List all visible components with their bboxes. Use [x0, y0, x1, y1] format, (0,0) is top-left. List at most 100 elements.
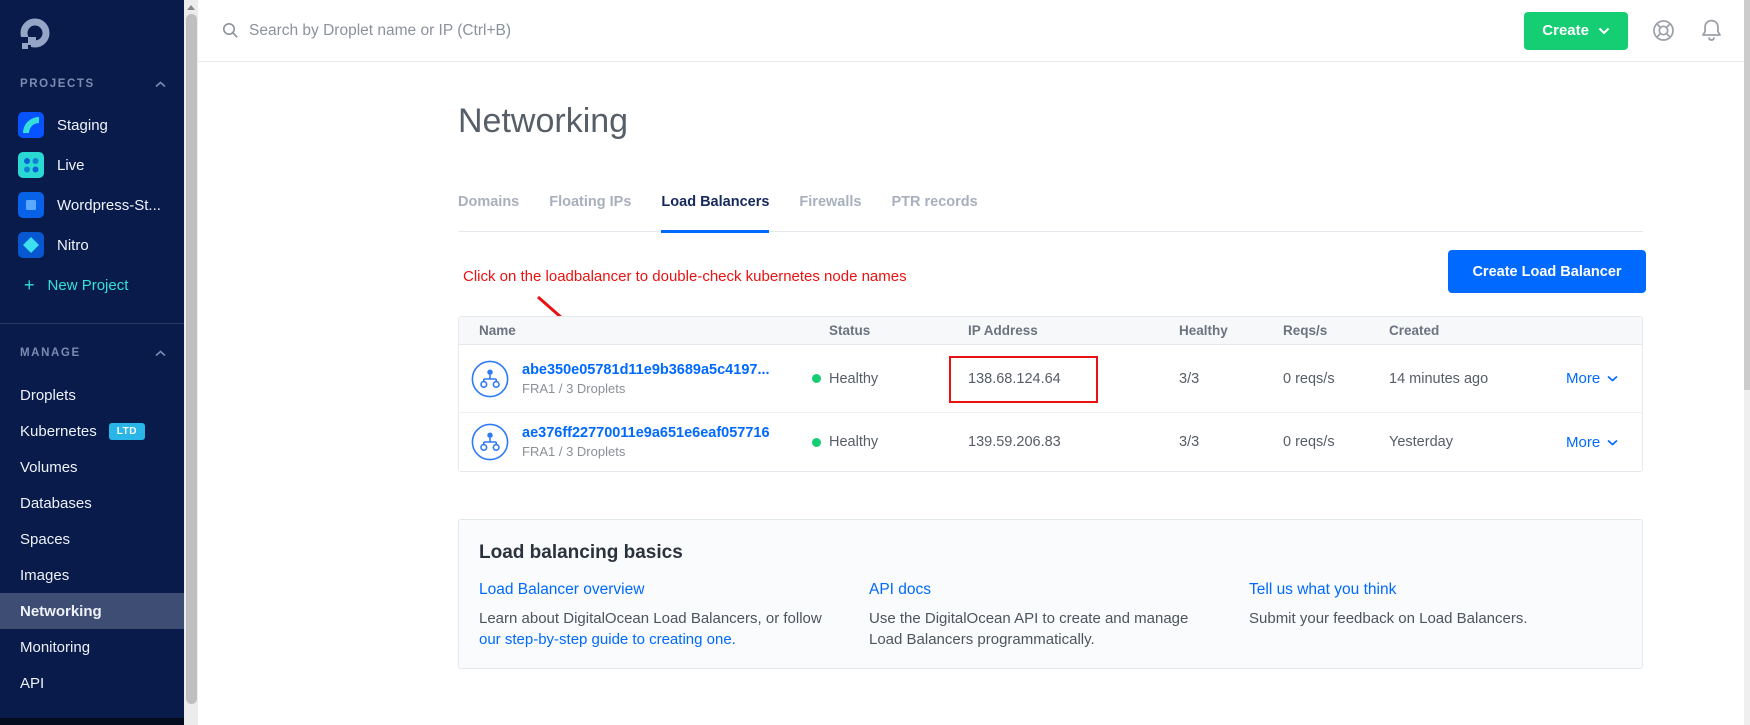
tab-bar: Domains Floating IPs Load Balancers Fire…: [458, 194, 1643, 232]
digitalocean-logo-icon[interactable]: [0, 0, 184, 54]
basics-column-feedback: Tell us what you think Submit your feedb…: [1249, 581, 1622, 650]
sidebar-item-spaces[interactable]: Spaces: [0, 521, 184, 557]
basics-title: Load balancing basics: [479, 542, 1622, 564]
create-button-label: Create: [1542, 22, 1589, 39]
sidebar-item-label: Monitoring: [20, 639, 90, 656]
project-staging-icon: [18, 112, 44, 138]
search-icon: [222, 22, 239, 39]
created-value: Yesterday: [1389, 434, 1566, 450]
api-docs-link[interactable]: API docs: [869, 581, 1249, 599]
sidebar-item-databases[interactable]: Databases: [0, 485, 184, 521]
reqs-value: 0 reqs/s: [1283, 434, 1389, 450]
column-header-created: Created: [1389, 323, 1566, 338]
load-balancer-icon: [471, 360, 509, 398]
sidebar-item-label: Nitro: [57, 237, 89, 254]
sidebar-item-images[interactable]: Images: [0, 557, 184, 593]
load-balancer-region: FRA1 / 3 Droplets: [522, 381, 770, 396]
feedback-link[interactable]: Tell us what you think: [1249, 581, 1622, 599]
column-header-name: Name: [459, 323, 812, 338]
load-balancing-basics-panel: Load balancing basics Load Balancer over…: [458, 519, 1643, 669]
manage-header-label: MANAGE: [20, 347, 81, 359]
tab-floating-ips[interactable]: Floating IPs: [549, 194, 631, 231]
sidebar-item-label: Kubernetes: [20, 423, 97, 440]
project-wordpress-icon: [18, 192, 44, 218]
sidebar-scrollbar[interactable]: [184, 0, 198, 725]
load-balancer-icon: [471, 423, 509, 461]
chevron-up-icon: [155, 81, 166, 88]
new-project-button[interactable]: + New Project: [0, 265, 184, 305]
sidebar-item-live[interactable]: Live: [0, 145, 184, 185]
sidebar-item-label: Live: [57, 157, 85, 174]
tab-ptr-records[interactable]: PTR records: [891, 194, 977, 231]
sidebar-item-label: Spaces: [20, 531, 70, 548]
load-balancer-region: FRA1 / 3 Droplets: [522, 444, 770, 459]
load-balancer-name-link[interactable]: abe350e05781d11e9b3689a5c4197...: [522, 362, 770, 378]
more-menu-button[interactable]: More: [1566, 370, 1642, 387]
ip-address-value: 138.68.124.64: [968, 371, 1179, 387]
new-project-label: New Project: [48, 277, 129, 294]
manage-section-header[interactable]: MANAGE: [0, 344, 184, 362]
projects-list: Staging Live Wordpress-St... Nitro + New…: [0, 105, 184, 305]
notifications-bell-icon[interactable]: [1699, 17, 1724, 44]
sidebar-item-api[interactable]: API: [0, 665, 184, 701]
load-balancer-overview-link[interactable]: Load Balancer overview: [479, 581, 869, 599]
sidebar-bottom-strip: [0, 718, 184, 725]
sidebar-item-nitro[interactable]: Nitro: [0, 225, 184, 265]
page-scrollbar-thumb[interactable]: [1744, 0, 1750, 390]
created-value: 14 minutes ago: [1389, 371, 1566, 387]
sidebar-divider: [0, 323, 184, 324]
manage-list: Droplets Kubernetes LTD Volumes Database…: [0, 377, 184, 701]
tab-load-balancers[interactable]: Load Balancers: [661, 194, 769, 233]
help-lifebuoy-icon[interactable]: [1650, 17, 1677, 44]
create-button[interactable]: Create: [1524, 12, 1628, 50]
projects-section-header[interactable]: PROJECTS: [0, 75, 184, 93]
sidebar-item-droplets[interactable]: Droplets: [0, 377, 184, 413]
ltd-badge: LTD: [109, 423, 145, 440]
sidebar-scrollbar-thumb[interactable]: [186, 14, 197, 704]
table-row: abe350e05781d11e9b3689a5c4197... FRA1 / …: [459, 345, 1642, 412]
sidebar-item-label: API: [20, 675, 44, 692]
load-balancer-name-link[interactable]: ae376ff22770011e9a651e6eaf057716: [522, 425, 770, 441]
sidebar-item-label: Wordpress-St...: [57, 197, 161, 214]
sidebar-item-networking[interactable]: Networking: [0, 593, 184, 629]
sidebar-item-monitoring[interactable]: Monitoring: [0, 629, 184, 665]
sidebar-item-label: Images: [20, 567, 69, 584]
column-header-status: Status: [812, 323, 968, 338]
chevron-down-icon: [1598, 27, 1610, 35]
create-load-balancer-button[interactable]: Create Load Balancer: [1448, 250, 1646, 293]
ip-address-value: 139.59.206.83: [968, 434, 1179, 450]
scrollbar-up-arrow-icon[interactable]: [184, 0, 198, 14]
column-header-healthy: Healthy: [1179, 323, 1283, 338]
sidebar-item-volumes[interactable]: Volumes: [0, 449, 184, 485]
more-menu-button[interactable]: More: [1566, 434, 1642, 451]
chevron-down-icon: [1607, 439, 1618, 446]
table-header-row: Name Status IP Address Healthy Reqs/s Cr…: [459, 317, 1642, 345]
healthy-count: 3/3: [1179, 434, 1283, 450]
more-label: More: [1566, 370, 1600, 387]
project-live-icon: [18, 152, 44, 178]
sidebar-item-label: Databases: [20, 495, 92, 512]
table-row: ae376ff22770011e9a651e6eaf057716 FRA1 / …: [459, 412, 1642, 471]
basics-column-overview: Load Balancer overview Learn about Digit…: [479, 581, 869, 650]
page-scrollbar[interactable]: [1744, 0, 1750, 725]
main-area: Create Networking Domains Floating IPs L…: [198, 0, 1750, 725]
healthy-count: 3/3: [1179, 371, 1283, 387]
more-label: More: [1566, 434, 1600, 451]
sidebar-item-wordpress[interactable]: Wordpress-St...: [0, 185, 184, 225]
annotation-note: Click on the loadbalancer to double-chec…: [463, 268, 907, 285]
sidebar-item-kubernetes[interactable]: Kubernetes LTD: [0, 413, 184, 449]
sidebar-item-label: Droplets: [20, 387, 76, 404]
status-text: Healthy: [829, 434, 878, 450]
search-input[interactable]: [249, 22, 1524, 40]
content-area: Networking Domains Floating IPs Load Bal…: [198, 62, 1750, 725]
projects-header-label: PROJECTS: [20, 78, 95, 90]
search-bar[interactable]: [222, 22, 1524, 40]
basics-column-api: API docs Use the DigitalOcean API to cre…: [869, 581, 1249, 650]
healthy-status-dot-icon: [812, 438, 821, 447]
tab-firewalls[interactable]: Firewalls: [799, 194, 861, 231]
sidebar-item-label: Staging: [57, 117, 108, 134]
step-by-step-guide-link[interactable]: our step-by-step guide to creating one.: [479, 631, 736, 648]
tab-domains[interactable]: Domains: [458, 194, 519, 231]
sidebar-item-label: Networking: [20, 603, 102, 620]
sidebar-item-staging[interactable]: Staging: [0, 105, 184, 145]
